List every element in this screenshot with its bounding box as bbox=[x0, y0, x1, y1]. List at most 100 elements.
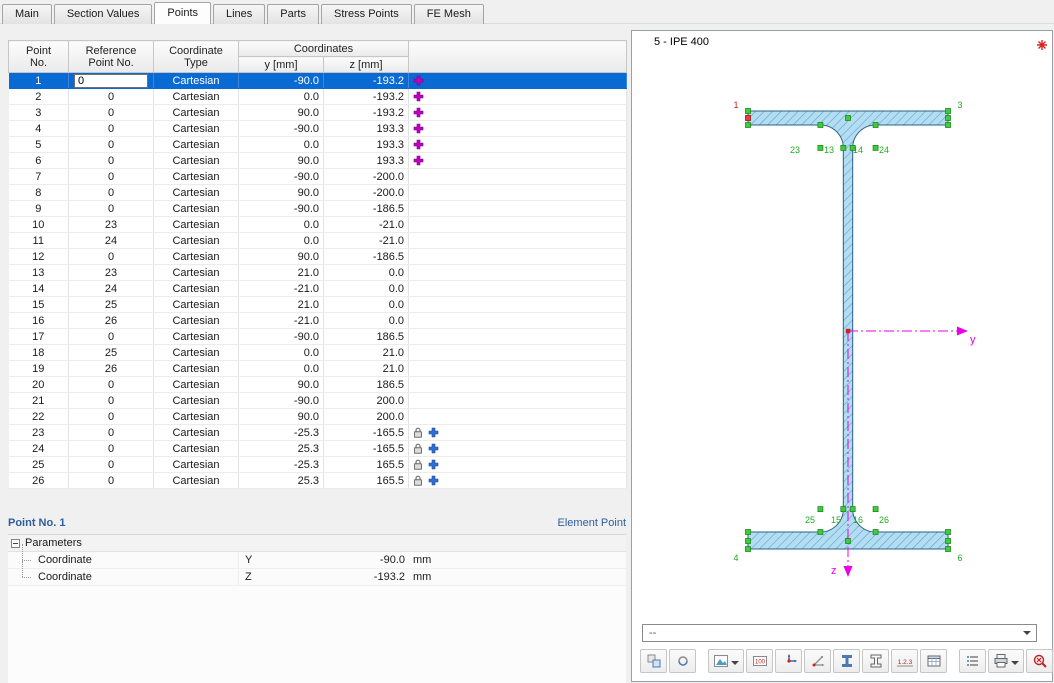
cell-coordinate-y[interactable]: 90.0 bbox=[239, 153, 324, 169]
point-marker[interactable] bbox=[946, 123, 951, 128]
cell-coordinate-z[interactable]: -200.0 bbox=[324, 169, 409, 185]
cell-reference[interactable]: 25 bbox=[69, 345, 154, 361]
cell-point-no[interactable]: 1 bbox=[9, 73, 69, 89]
cell-coordinate-z[interactable]: 186.5 bbox=[324, 377, 409, 393]
cell-coordinate-z[interactable]: -193.2 bbox=[324, 89, 409, 105]
cell-coordinate-type[interactable]: Cartesian bbox=[154, 329, 239, 345]
viewport-flag-icon[interactable] bbox=[1036, 39, 1048, 54]
cell-coordinate-type[interactable]: Cartesian bbox=[154, 393, 239, 409]
table-row[interactable]: 90Cartesian-90.0-186.5 bbox=[9, 201, 627, 217]
point-marker[interactable] bbox=[850, 507, 855, 512]
cell-reference[interactable]: 0 bbox=[69, 185, 154, 201]
cell-coordinate-y[interactable]: -25.3 bbox=[239, 425, 324, 441]
zoom-100-button[interactable]: 100 bbox=[746, 649, 773, 673]
table-row[interactable]: 80Cartesian90.0-200.0 bbox=[9, 185, 627, 201]
tab-section-values[interactable]: Section Values bbox=[54, 4, 153, 24]
cell-coordinate-y[interactable]: -90.0 bbox=[239, 169, 324, 185]
table-row[interactable]: 70Cartesian-90.0-200.0 bbox=[9, 169, 627, 185]
cell-coordinate-type[interactable]: Cartesian bbox=[154, 73, 239, 89]
cell-coordinate-z[interactable]: 165.5 bbox=[324, 457, 409, 473]
point-marker[interactable] bbox=[818, 530, 823, 535]
parameter-row[interactable]: CoordinateZ-193.2mm bbox=[8, 569, 626, 586]
cell-coordinate-z[interactable]: 0.0 bbox=[324, 281, 409, 297]
cell-coordinate-y[interactable]: 25.3 bbox=[239, 441, 324, 457]
cell-point-no[interactable]: 12 bbox=[9, 249, 69, 265]
cell-coordinate-z[interactable]: 0.0 bbox=[324, 313, 409, 329]
cell-point-no[interactable]: 10 bbox=[9, 217, 69, 233]
cell-coordinate-type[interactable]: Cartesian bbox=[154, 425, 239, 441]
point-marker[interactable] bbox=[946, 116, 951, 121]
table-row[interactable]: 40Cartesian-90.0193.3 bbox=[9, 121, 627, 137]
table-row[interactable]: 1926Cartesian0.021.0 bbox=[9, 361, 627, 377]
cell-coordinate-z[interactable]: 21.0 bbox=[324, 345, 409, 361]
cell-coordinate-z[interactable]: 186.5 bbox=[324, 329, 409, 345]
cell-coordinate-type[interactable]: Cartesian bbox=[154, 473, 239, 489]
table-row[interactable]: 1424Cartesian-21.00.0 bbox=[9, 281, 627, 297]
cell-coordinate-y[interactable]: -90.0 bbox=[239, 201, 324, 217]
cell-reference[interactable]: 0 bbox=[69, 89, 154, 105]
point-marker[interactable] bbox=[946, 109, 951, 114]
cell-reference[interactable]: 0 bbox=[69, 393, 154, 409]
collapse-icon[interactable] bbox=[11, 539, 20, 548]
selected-point-marker[interactable] bbox=[746, 116, 751, 121]
cell-reference[interactable]: 25 bbox=[69, 297, 154, 313]
point-marker[interactable] bbox=[746, 530, 751, 535]
table-row[interactable]: 210Cartesian-90.0200.0 bbox=[9, 393, 627, 409]
cell-point-no[interactable]: 3 bbox=[9, 105, 69, 121]
point-marker[interactable] bbox=[946, 530, 951, 535]
cell-coordinate-y[interactable]: -90.0 bbox=[239, 393, 324, 409]
cell-coordinate-y[interactable]: 21.0 bbox=[239, 265, 324, 281]
point-marker[interactable] bbox=[873, 507, 878, 512]
cell-coordinate-z[interactable]: 21.0 bbox=[324, 361, 409, 377]
cell-point-no[interactable]: 20 bbox=[9, 377, 69, 393]
cell-coordinate-z[interactable]: 200.0 bbox=[324, 393, 409, 409]
table-row[interactable]: 250Cartesian-25.3165.5 bbox=[9, 457, 627, 473]
cell-coordinate-type[interactable]: Cartesian bbox=[154, 153, 239, 169]
cell-reference[interactable]: 0 bbox=[69, 329, 154, 345]
cell-coordinate-z[interactable]: -165.5 bbox=[324, 441, 409, 457]
point-marker[interactable] bbox=[846, 116, 851, 121]
cell-coordinate-y[interactable]: 90.0 bbox=[239, 377, 324, 393]
cell-point-no[interactable]: 5 bbox=[9, 137, 69, 153]
table-row[interactable]: 50Cartesian0.0193.3 bbox=[9, 137, 627, 153]
display-mode-button[interactable] bbox=[708, 649, 744, 673]
cell-coordinate-y[interactable]: -90.0 bbox=[239, 73, 324, 89]
table-row[interactable]: 220Cartesian90.0200.0 bbox=[9, 409, 627, 425]
cell-point-no[interactable]: 9 bbox=[9, 201, 69, 217]
parameter-value[interactable]: -193.2 bbox=[280, 569, 405, 585]
show-principal-axes-button[interactable] bbox=[804, 649, 831, 673]
cell-coordinate-type[interactable]: Cartesian bbox=[154, 457, 239, 473]
cell-coordinate-z[interactable]: -165.5 bbox=[324, 425, 409, 441]
point-marker[interactable] bbox=[946, 539, 951, 544]
section-solid-button[interactable] bbox=[833, 649, 860, 673]
cell-coordinate-z[interactable]: 165.5 bbox=[324, 473, 409, 489]
cell-coordinate-z[interactable]: 200.0 bbox=[324, 409, 409, 425]
cell-coordinate-type[interactable]: Cartesian bbox=[154, 313, 239, 329]
table-row[interactable]: 230Cartesian-25.3-165.5 bbox=[9, 425, 627, 441]
cell-point-no[interactable]: 13 bbox=[9, 265, 69, 281]
cell-coordinate-type[interactable]: Cartesian bbox=[154, 345, 239, 361]
cell-coordinate-z[interactable]: 193.3 bbox=[324, 137, 409, 153]
parameter-row[interactable]: CoordinateY-90.0mm bbox=[8, 552, 626, 569]
point-marker[interactable] bbox=[746, 123, 751, 128]
cell-reference[interactable]: 0 bbox=[69, 153, 154, 169]
cell-reference[interactable]: 23 bbox=[69, 265, 154, 281]
table-row[interactable]: 1525Cartesian21.00.0 bbox=[9, 297, 627, 313]
cell-point-no[interactable]: 14 bbox=[9, 281, 69, 297]
cell-reference[interactable]: 23 bbox=[69, 217, 154, 233]
cell-coordinate-y[interactable]: -25.3 bbox=[239, 457, 324, 473]
point-marker[interactable] bbox=[873, 123, 878, 128]
section-canvas[interactable]: y z 1 3 4 6 23 13 14 24 25 15 16 26 bbox=[632, 31, 1052, 681]
cell-coordinate-type[interactable]: Cartesian bbox=[154, 217, 239, 233]
cell-reference[interactable]: 0 bbox=[69, 441, 154, 457]
cell-editor[interactable]: 0 bbox=[74, 74, 148, 88]
cell-coordinate-y[interactable]: 0.0 bbox=[239, 361, 324, 377]
point-marker[interactable] bbox=[746, 109, 751, 114]
table-row[interactable]: 1124Cartesian0.0-21.0 bbox=[9, 233, 627, 249]
cell-coordinate-z[interactable]: -193.2 bbox=[324, 73, 409, 89]
cell-coordinate-type[interactable]: Cartesian bbox=[154, 265, 239, 281]
point-marker[interactable] bbox=[818, 145, 823, 150]
cell-coordinate-type[interactable]: Cartesian bbox=[154, 89, 239, 105]
cell-reference[interactable]: 0 bbox=[69, 457, 154, 473]
cell-point-no[interactable]: 15 bbox=[9, 297, 69, 313]
